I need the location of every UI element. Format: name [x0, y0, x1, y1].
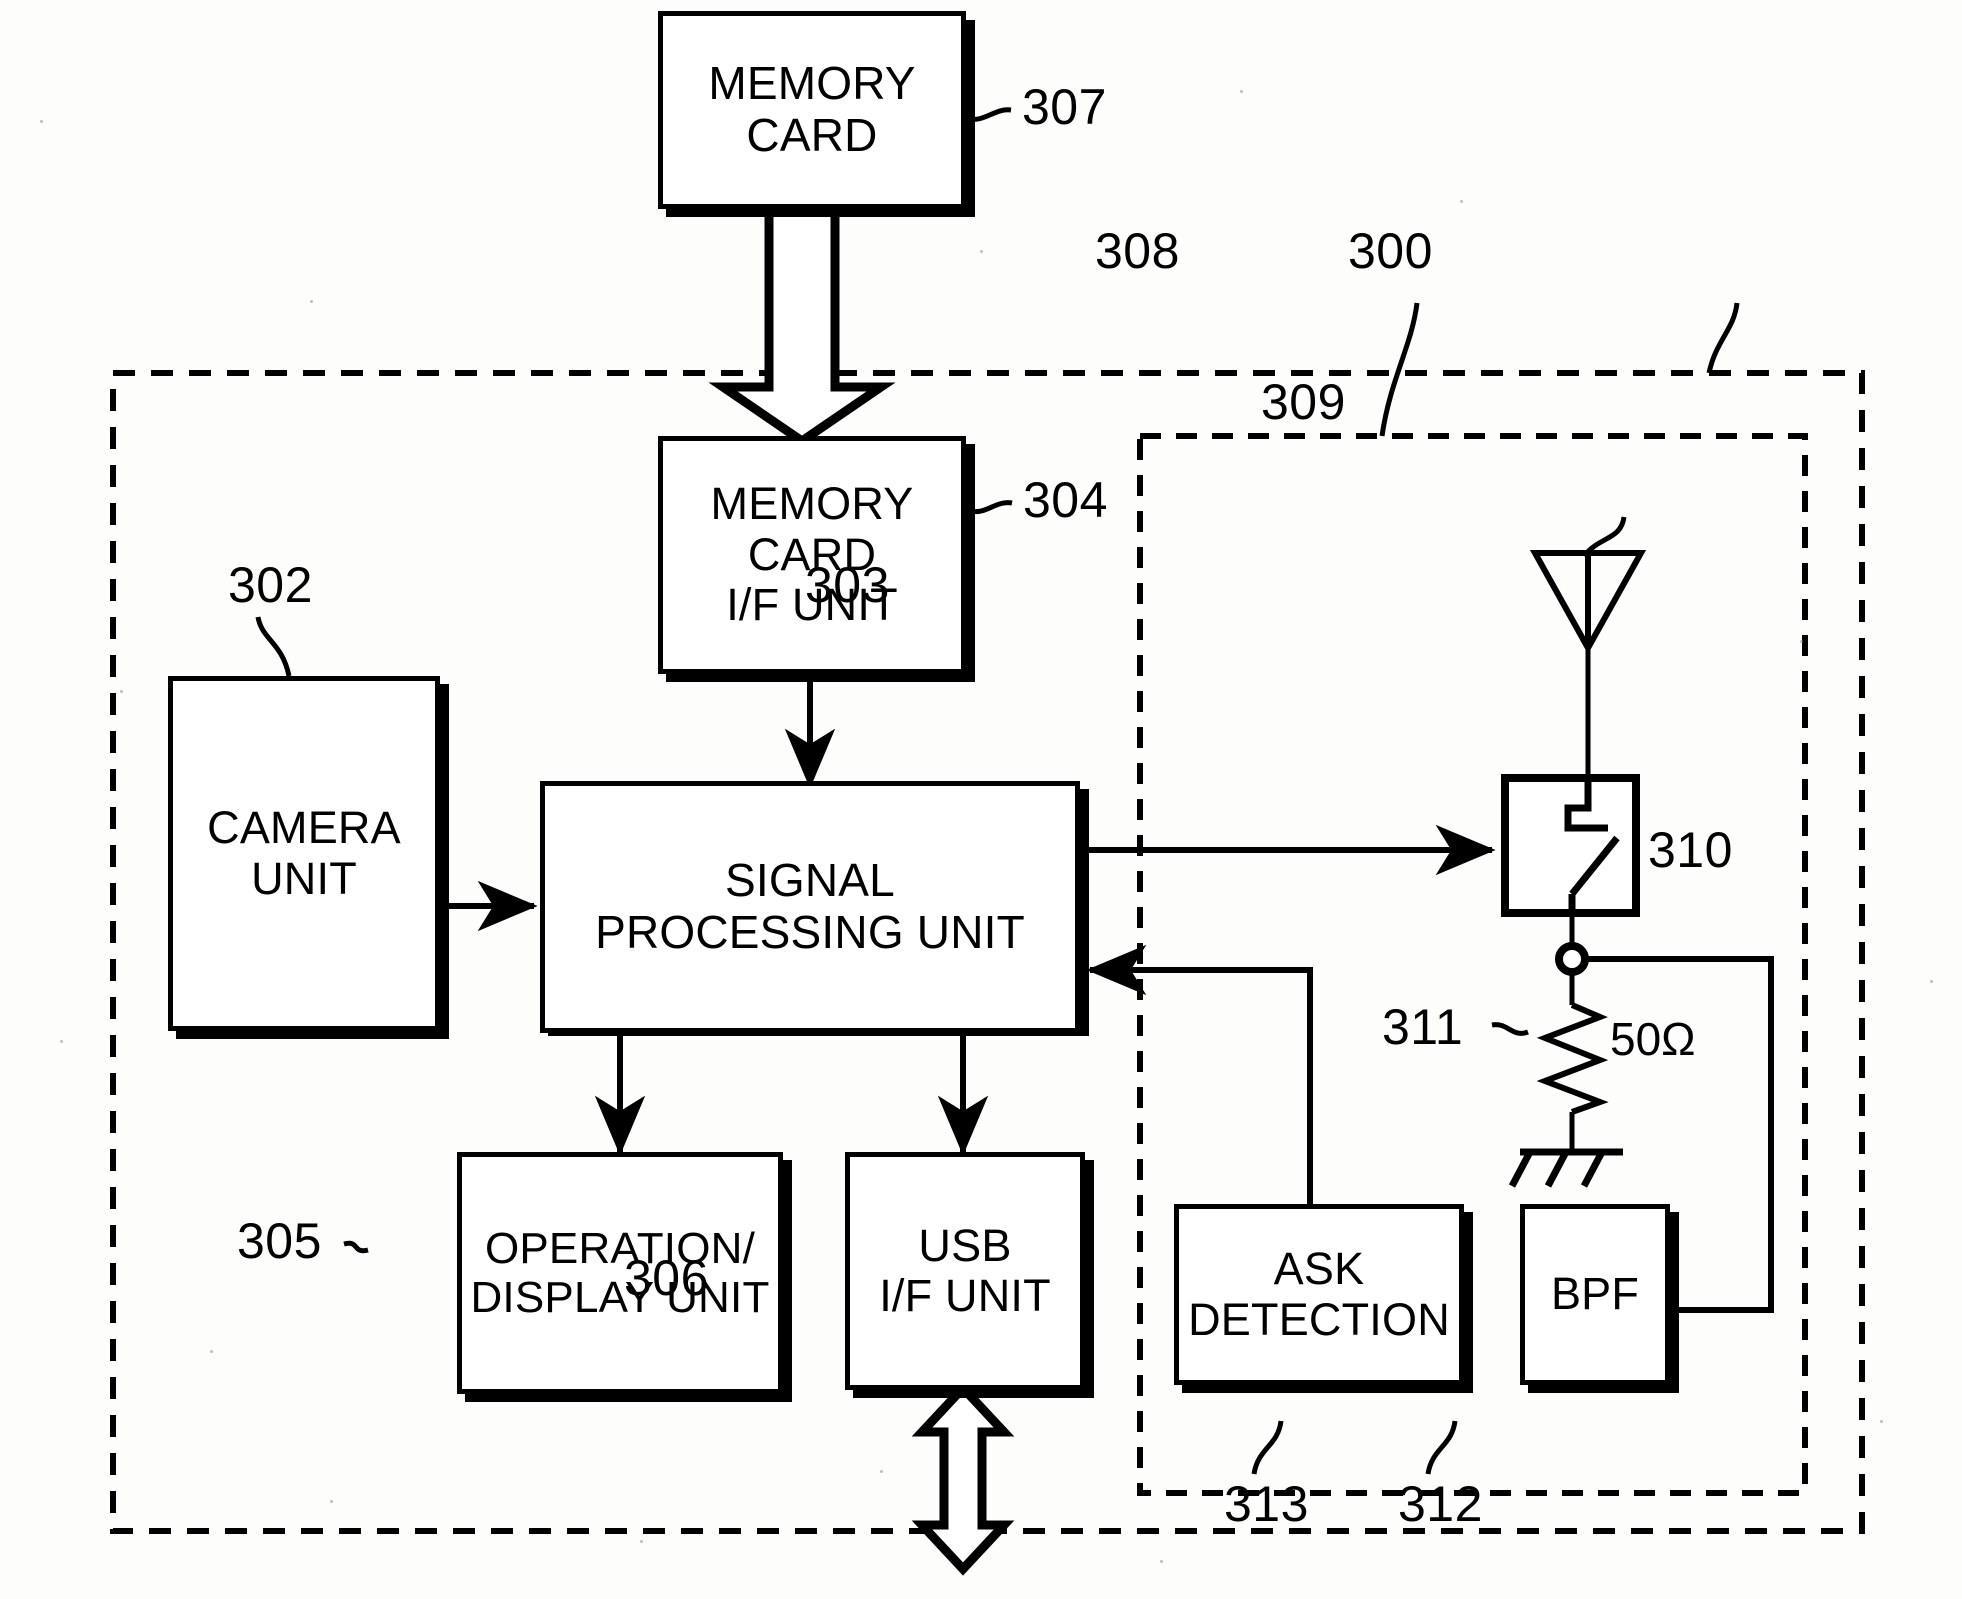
memory-card-if-box-shadow-right [966, 444, 975, 682]
rf-switch-310[interactable] [1501, 774, 1640, 944]
ref-309: 309 [1261, 374, 1346, 430]
operation-display-box-shadow-right [783, 1160, 792, 1402]
ask-detection-box-shadow-right [1464, 1212, 1473, 1393]
bpf-box-shadow [1528, 1384, 1678, 1393]
memory-card-box-shadow-right [966, 20, 975, 217]
terminating-resistor-311 [1508, 972, 1623, 1188]
leader-300 [1706, 302, 1740, 374]
usb-if-box-shadow [853, 1389, 1093, 1398]
camera-unit-box-shadow-right [440, 684, 449, 1039]
leader-305 [343, 1240, 369, 1254]
memory-card-label: MEMORY CARD [708, 57, 916, 161]
ref-300: 300 [1348, 223, 1433, 279]
ref-313: 313 [1224, 1476, 1309, 1532]
bpf-box-shadow-right [1670, 1212, 1679, 1393]
usb-external-connector-arrow [911, 1381, 1015, 1576]
antenna-309 [1529, 550, 1647, 778]
ask-detection-box[interactable]: ASK DETECTION [1174, 1204, 1464, 1385]
operation-display-unit-box[interactable]: OPERATION/DISPLAY UNIT [457, 1152, 783, 1394]
ref-311: 311 [1382, 999, 1464, 1055]
memory-card-insert-arrow [708, 202, 896, 447]
usb-if-box-shadow-right [1085, 1160, 1094, 1398]
bpf-box[interactable]: BPF [1520, 1204, 1670, 1385]
ref-305: 305 [237, 1213, 322, 1269]
line-ask-to-spu [1086, 944, 1313, 1212]
memory-card-box[interactable]: MEMORY CARD [658, 11, 966, 209]
operation-display-box-shadow [465, 1393, 791, 1402]
ref-303: 303 [805, 557, 890, 613]
bpf-label: BPF [1550, 1268, 1640, 1320]
ref-307: 307 [1022, 79, 1107, 135]
operation-display-unit-label: OPERATION/DISPLAY UNIT [470, 1223, 770, 1322]
leader-312 [1425, 1420, 1458, 1475]
leader-308 [1379, 302, 1420, 437]
leader-313 [1251, 1420, 1284, 1475]
camera-unit-label: CAMERA UNIT [207, 802, 401, 904]
usb-if-unit-box[interactable]: USB I/F UNIT [845, 1152, 1085, 1390]
camera-unit-box-shadow [176, 1030, 448, 1039]
ref-312: 312 [1398, 1476, 1483, 1532]
ref-310: 310 [1648, 822, 1733, 878]
leader-304 [969, 500, 1013, 515]
leader-302 [255, 616, 292, 677]
ref-302: 302 [228, 557, 313, 613]
ask-detection-box-shadow [1182, 1384, 1472, 1393]
memory-card-if-box-shadow [666, 673, 974, 682]
camera-unit-box[interactable]: CAMERA UNIT [168, 676, 440, 1031]
resistor-value-label: 50Ω [1610, 1013, 1696, 1065]
signal-processing-unit-label: SIGNAL PROCESSING UNIT [595, 854, 1025, 958]
ref-304: 304 [1023, 472, 1108, 528]
figure-canvas: MEMORY CARD MEMORY CARD I/F UNIT CAMERA UNIT… [0, 0, 1962, 1599]
ref-306: 306 [624, 1250, 709, 1306]
spu-box-shadow-right [1080, 789, 1089, 1036]
ref-308: 308 [1095, 223, 1180, 279]
signal-processing-unit-box[interactable]: SIGNAL PROCESSING UNIT [540, 781, 1080, 1033]
leader-311 [1491, 1022, 1529, 1036]
junction-node [1555, 942, 1589, 976]
memory-card-if-box[interactable]: MEMORY CARD I/F UNIT [658, 436, 966, 674]
leader-307 [968, 107, 1012, 122]
ask-detection-label: ASK DETECTION [1188, 1243, 1450, 1345]
usb-if-unit-label: USB I/F UNIT [879, 1219, 1051, 1321]
memory-card-box-shadow [666, 208, 974, 217]
